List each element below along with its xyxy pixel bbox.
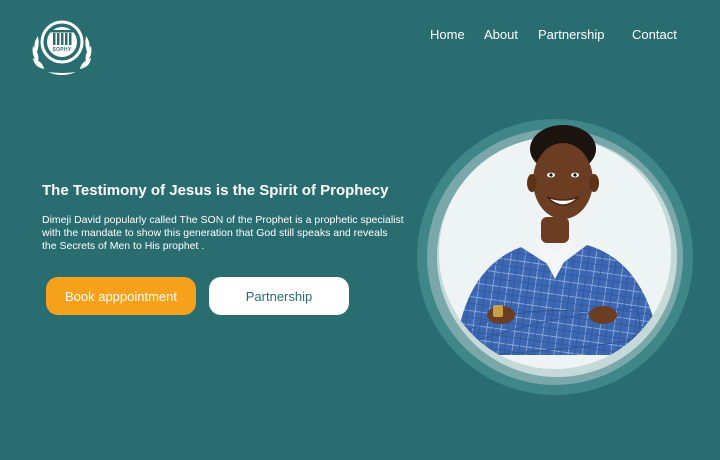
nav-about-link[interactable]: About <box>484 27 518 42</box>
portrait-image <box>417 119 693 395</box>
logo-text: SOPHY <box>52 47 72 53</box>
hero-headline: The Testimony of Jesus is the Spirit of … <box>42 182 389 199</box>
nav-contact-link[interactable]: Contact <box>632 27 677 42</box>
logo[interactable]: SOPHY <box>28 14 96 78</box>
main-nav: Home About Partnership Contact <box>430 27 690 43</box>
book-appointment-button[interactable]: Book apppointment <box>46 277 196 315</box>
nav-partnership-link[interactable]: Partnership <box>538 27 604 42</box>
portrait-frame <box>417 119 693 395</box>
logo-emblem-icon <box>32 20 92 75</box>
nav-home-link[interactable]: Home <box>430 27 465 42</box>
hero-description: Dimeji David popularly called The SON of… <box>42 214 404 252</box>
partnership-button[interactable]: Partnership <box>209 277 349 315</box>
